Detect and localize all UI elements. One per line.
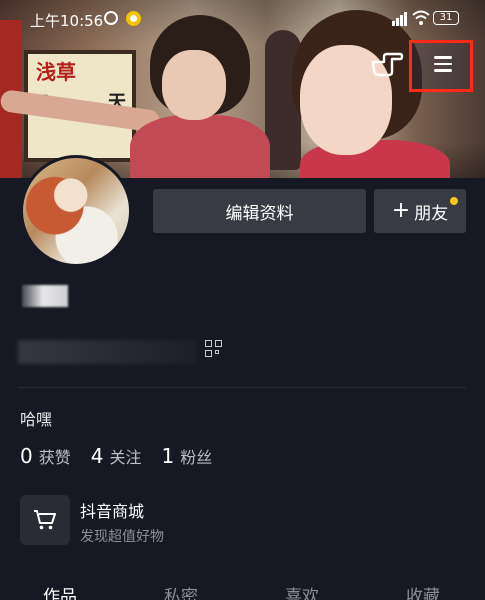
tab-works[interactable]: 作品 bbox=[43, 582, 77, 600]
stat-value: 4 bbox=[90, 444, 104, 468]
sign-text-1: 浅草 bbox=[36, 60, 76, 84]
notification-dot bbox=[450, 197, 458, 205]
edit-profile-button[interactable]: 编辑资料 bbox=[153, 189, 366, 233]
content-tabs: 作品 私密 喜欢 收藏 bbox=[0, 580, 485, 600]
alarm-icon bbox=[104, 11, 118, 25]
status-time: 上午10:56 bbox=[30, 12, 104, 30]
stat-value: 1 bbox=[161, 444, 175, 468]
stat-followers[interactable]: 1 粉丝 bbox=[162, 444, 213, 468]
bio-text: 哈嘿 bbox=[20, 410, 53, 429]
profile-page: 浅草 ワッ ソ 天 上午10:56 31 bbox=[0, 0, 485, 600]
stat-label: 获赞 bbox=[38, 448, 71, 467]
stat-following[interactable]: 4 关注 bbox=[91, 444, 142, 468]
shopping-cart-icon[interactable] bbox=[20, 495, 70, 545]
stats-row: 0 获赞 4 关注 1 粉丝 bbox=[20, 444, 232, 468]
cover-person-1-face bbox=[162, 50, 226, 120]
shop-title[interactable]: 抖音商城 bbox=[80, 498, 144, 522]
battery-icon: 31 bbox=[433, 11, 459, 25]
pointing-hand-icon[interactable] bbox=[370, 48, 404, 78]
plus-icon: + bbox=[391, 198, 411, 223]
notification-app-icon bbox=[126, 11, 141, 26]
add-friend-button[interactable]: + 朋友 bbox=[374, 189, 466, 233]
stat-likes[interactable]: 0 获赞 bbox=[20, 444, 71, 468]
wifi-icon bbox=[412, 10, 430, 25]
tab-private[interactable]: 私密 bbox=[164, 582, 198, 600]
cover-person-1-kimono bbox=[130, 115, 270, 178]
stat-label: 粉丝 bbox=[180, 448, 213, 467]
hamburger-menu-icon[interactable] bbox=[434, 56, 452, 72]
tab-favorites[interactable]: 收藏 bbox=[406, 582, 440, 600]
nickname-redacted bbox=[22, 285, 68, 307]
stat-value: 0 bbox=[20, 444, 33, 468]
tab-likes[interactable]: 喜欢 bbox=[285, 582, 319, 600]
edit-profile-label: 编辑资料 bbox=[225, 203, 294, 224]
stat-label: 关注 bbox=[109, 448, 142, 467]
status-bar: 上午10:56 31 bbox=[0, 0, 485, 38]
user-id-redacted bbox=[18, 340, 198, 364]
shop-subtitle: 发现超值好物 bbox=[80, 529, 164, 545]
avatar[interactable] bbox=[20, 155, 132, 267]
menu-button-highlight[interactable] bbox=[409, 40, 473, 92]
add-friend-label: 朋友 bbox=[414, 203, 449, 224]
qr-code-icon[interactable] bbox=[205, 340, 223, 358]
divider bbox=[18, 387, 466, 388]
signal-icon bbox=[392, 12, 408, 26]
